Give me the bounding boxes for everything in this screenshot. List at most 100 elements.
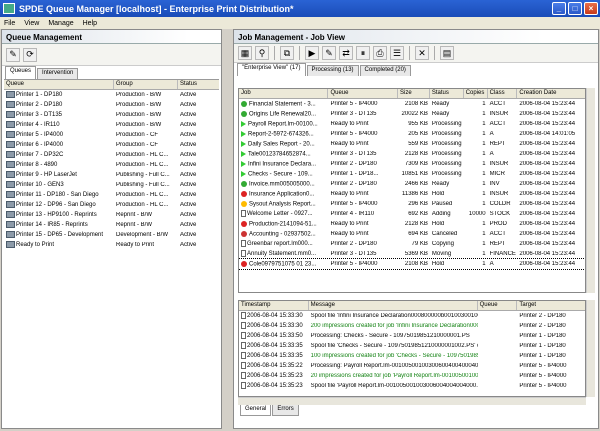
list-item[interactable]: 2006-08-04 15:33:50 Processing: Checks - … [239, 331, 585, 341]
log-horizontal-scrollbar[interactable] [238, 397, 586, 405]
job-cell: REPT [489, 141, 506, 147]
job-cell: FINANCE [489, 251, 516, 257]
menu-manage[interactable]: Manage [48, 20, 73, 27]
list-item[interactable]: 2006-08-04 15:33:35 Spool file 'Checks - … [239, 341, 585, 351]
view-icon[interactable]: ▦ [238, 46, 252, 60]
minimize-button[interactable]: _ [552, 2, 566, 15]
edit-job-icon[interactable]: ✎ [322, 46, 336, 60]
job-table-scrollbar[interactable] [586, 88, 595, 293]
table-row[interactable]: Payroll Report.lm-00100... Ready to Print… [239, 119, 585, 129]
menu-file[interactable]: File [4, 20, 15, 27]
table-row[interactable]: Checks - Secure - 109... Printer 1 - DP18… [239, 169, 585, 179]
col-job[interactable]: Job [239, 89, 329, 98]
table-row[interactable]: Printer 7 - DP32C Production - HL C... Act… [4, 150, 219, 160]
table-row[interactable]: Printer 8 - 4890 Production - HL C... Acti… [4, 160, 219, 170]
move-job-icon[interactable]: ⇄ [339, 46, 353, 60]
tab-enterprise-view[interactable]: "Enterprise View" (17) [237, 63, 306, 76]
col-class[interactable]: Class [488, 89, 518, 98]
menu-view[interactable]: View [24, 20, 39, 27]
col-size[interactable]: Size [398, 89, 430, 98]
job-cell: Production-2141094-51... [249, 221, 317, 228]
menu-help[interactable]: Help [83, 20, 97, 27]
col-creation-date[interactable]: Creation Date [517, 89, 585, 98]
queue-status: Active [180, 192, 197, 198]
tab-errors[interactable]: Errors [272, 405, 299, 416]
col-queue[interactable]: Queue [4, 80, 114, 89]
hold-job-icon[interactable]: ⏸ [356, 46, 370, 60]
table-row[interactable]: Printer 5 - IP4000 Production - CF Active [4, 130, 219, 140]
table-row[interactable]: Printer 2 - DP180 Production - B/W Active [4, 100, 219, 110]
edit-queue-icon[interactable]: ✎ [6, 47, 20, 62]
queue-name: Printer 2 - DP180 [16, 102, 63, 109]
delete-job-icon[interactable]: ✕ [415, 46, 429, 60]
close-button[interactable]: × [584, 2, 598, 15]
maximize-button[interactable]: □ [568, 2, 582, 15]
list-item[interactable]: 2006-08-04 15:33:30 Spool file 'Infini In… [239, 311, 585, 321]
table-row[interactable]: Printer 14 - IR85 - Reprints Reprint - B/… [4, 220, 219, 230]
table-row[interactable]: Report-2-5972-674326... Printer 5 - IP400… [239, 129, 585, 139]
tab-completed[interactable]: Completed (20) [359, 65, 411, 76]
release-job-icon[interactable]: ▶ [305, 46, 319, 60]
table-row[interactable]: Printer 1 - DP180 Production - B/W Active [4, 90, 219, 100]
job-cell: Ready to Print [330, 121, 369, 127]
table-row[interactable]: Annuity Statement.mm0... Printer 3 - DT13… [239, 249, 585, 259]
table-row[interactable]: Insurance Application0... Ready to Print 1… [239, 189, 585, 199]
table-row[interactable]: Infini Insurance Declara... Printer 2 - D… [239, 159, 585, 169]
table-row[interactable]: Welcome Letter - 0927... Printer 4 - IR11… [239, 209, 585, 219]
table-row[interactable]: Accounting - 02937502... Ready to Print 69… [239, 229, 585, 239]
col-log-queue[interactable]: Queue [478, 301, 518, 310]
properties-icon[interactable]: ▤ [440, 46, 454, 60]
queue-tabs: Queues Intervention [2, 66, 221, 79]
job-cell: 1 [482, 231, 486, 237]
job-cell: INSUR [489, 191, 509, 197]
queue-job-icon[interactable]: ☰ [390, 46, 404, 60]
col-job-status[interactable]: Status [430, 89, 464, 98]
refresh-queues-icon[interactable]: ⟳ [23, 47, 37, 62]
list-item[interactable]: 2006-08-04 15:33:35 100 impressions creat… [239, 351, 585, 361]
col-target[interactable]: Target [517, 301, 585, 310]
table-row[interactable]: Invoice.mm005005000... Printer 2 - DP180 2… [239, 179, 585, 189]
tab-intervention[interactable]: Intervention [37, 68, 79, 79]
table-row[interactable]: Printer 11 - DP180 - San Diego Production… [4, 190, 219, 200]
copy-job-icon[interactable]: ⧉ [280, 46, 294, 60]
table-row[interactable]: Printer 4 - IR110 Production - B/W Active [4, 120, 219, 130]
list-item[interactable]: 2006-08-04 15:35:23 Spool file 'Payroll R… [239, 381, 585, 391]
tab-general[interactable]: General [240, 405, 272, 416]
table-row[interactable]: Printer 15 - DP65 - Development Developme… [4, 230, 219, 240]
table-row[interactable]: Tale00123784652874... Printer 3 - DT135 21… [239, 149, 585, 159]
table-row[interactable]: Origins Life Renewal20... Printer 3 - DT1… [239, 109, 585, 119]
log-timestamp: 2006-08-04 15:35:23 [247, 383, 303, 390]
log-timestamp: 2006-08-04 15:33:30 [247, 323, 303, 330]
find-icon[interactable]: ⚲ [255, 46, 269, 60]
list-item[interactable]: 2006-08-04 15:35:22 Processing: Payroll R… [239, 361, 585, 371]
table-row[interactable]: Printer 9 - HP LaserJet Publishing - Full… [4, 170, 219, 180]
col-job-queue[interactable]: Queue [328, 89, 399, 98]
ready-icon [241, 110, 247, 117]
table-row[interactable]: Printer 3 - DT135 Production - B/W Active [4, 110, 219, 120]
job-cell: Infini Insurance Declara... [248, 161, 317, 168]
log-scrollbar[interactable] [586, 300, 595, 397]
col-copies[interactable]: Copies [464, 89, 488, 98]
table-row[interactable]: Printer 13 - HP9100 - Reprints Reprint - … [4, 210, 219, 220]
table-row[interactable]: Greenbar report.lm000... Printer 2 - DP18… [239, 239, 585, 249]
col-timestamp[interactable]: Timestamp [239, 301, 309, 310]
job-cell: Processing [431, 151, 462, 157]
tab-queues[interactable]: Queues [5, 66, 37, 79]
col-message[interactable]: Message [309, 301, 478, 310]
table-row[interactable]: Printer 6 - IP4000 Production - CF Active [4, 140, 219, 150]
list-item[interactable]: 2006-08-04 15:35:23 20 impressions create… [239, 371, 585, 381]
table-row[interactable]: Printer 10 - GEN3 Publishing - Full C... A… [4, 180, 219, 190]
print-job-icon[interactable]: ⎙ [373, 46, 387, 60]
tab-processing[interactable]: Processing (13) [306, 65, 359, 76]
table-row[interactable]: Printer 12 - DP96 - San Diego Production … [4, 200, 219, 210]
col-group[interactable]: Group [114, 80, 178, 89]
table-row[interactable]: Sysout Analysis Report... Printer 5 - IP4… [239, 199, 585, 209]
job-cell: Annuity Statement.mm0... [247, 251, 317, 258]
list-item[interactable]: 2006-08-04 15:33:30 200 impressions creat… [239, 321, 585, 331]
table-row[interactable]: Ready to Print Ready to Print Active [4, 240, 219, 250]
col-status[interactable]: Status [178, 80, 218, 89]
table-row[interactable]: Financial Statement - 3... Printer 5 - IP… [239, 99, 585, 109]
table-row[interactable]: Cole0979751075 01 23... Printer 5 - IP400… [239, 258, 585, 270]
table-row[interactable]: Daily Sales Report - 20... Ready to Print… [239, 139, 585, 149]
table-row[interactable]: Production-2141094-51... Ready to Print 21… [239, 219, 585, 229]
